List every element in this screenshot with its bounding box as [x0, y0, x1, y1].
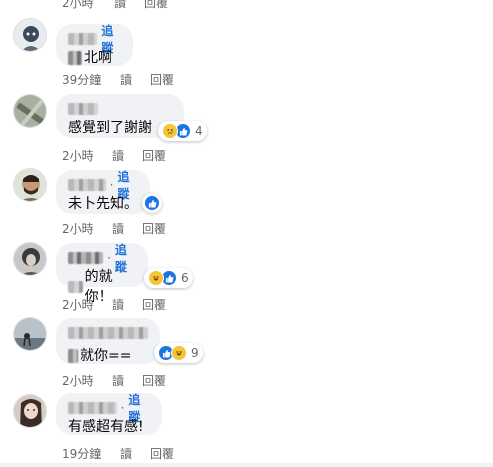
comment-text: 感覺到了謝謝 [68, 120, 152, 136]
reply-link[interactable]: 回覆 [144, 0, 168, 11]
comment-text: 有感超有感! [68, 419, 144, 435]
avatar[interactable] [13, 317, 47, 351]
comment-actions: 2小時 讀 回覆 [62, 220, 166, 237]
comment-text: 未卜先知。 [68, 196, 138, 212]
comment-actions-top: 2小時 讀 回覆 [62, 0, 168, 11]
read-link[interactable]: 讀 [112, 147, 142, 164]
blurred-text [68, 51, 82, 65]
read-link[interactable]: 讀 [114, 0, 144, 11]
reply-link[interactable]: 回覆 [142, 296, 166, 313]
comment-actions: 2小時 讀 回覆 [62, 372, 166, 389]
reaction-count: 9 [191, 346, 199, 360]
reaction-summary[interactable]: 6 [144, 268, 193, 288]
timestamp[interactable]: 2小時 [62, 372, 112, 389]
timestamp[interactable]: 2小時 [62, 147, 112, 164]
reply-link[interactable]: 回覆 [142, 372, 166, 389]
read-link[interactable]: 讀 [120, 445, 150, 462]
comment-bubble: · 追蹤 未卜先知。 [56, 170, 150, 214]
divider [0, 463, 493, 467]
reply-link[interactable]: 回覆 [150, 445, 174, 462]
like-icon [144, 195, 160, 211]
reply-link[interactable]: 回覆 [142, 220, 166, 237]
comment-text: 北啊 [84, 50, 112, 66]
timestamp[interactable]: 39分鐘 [62, 71, 120, 88]
reaction-summary[interactable] [142, 193, 162, 213]
comment-actions: 39分鐘 讀 回覆 [62, 71, 174, 88]
comment-bubble: 追蹤 北啊 [56, 24, 133, 66]
comment-actions: 19分鐘 讀 回覆 [62, 445, 174, 462]
blurred-text [68, 281, 83, 293]
comment-bubble: · 追蹤 的就你！ [56, 243, 148, 305]
haha-icon [171, 345, 187, 361]
read-link[interactable]: 讀 [112, 296, 142, 313]
comment-actions: 2小時 讀 回覆 [62, 147, 166, 164]
avatar[interactable] [13, 18, 47, 52]
reply-link[interactable]: 回覆 [150, 71, 174, 88]
comment-text: 就你== [80, 348, 132, 364]
read-link[interactable]: 讀 [112, 372, 142, 389]
comment-actions: 2小時 讀 回覆 [62, 296, 166, 313]
timestamp[interactable]: 2小時 [62, 0, 114, 11]
reply-link[interactable]: 回覆 [142, 147, 166, 164]
comment-bubble: · 追蹤 有感超有感! [56, 393, 162, 435]
comment-bubble: 就你== [56, 318, 160, 364]
blurred-author-name[interactable] [68, 103, 98, 115]
timestamp[interactable]: 2小時 [62, 296, 112, 313]
blurred-author-name[interactable] [68, 252, 104, 264]
blurred-text [68, 349, 78, 363]
timestamp[interactable]: 19分鐘 [62, 445, 120, 462]
blurred-author-name[interactable] [68, 33, 98, 45]
reaction-summary[interactable]: 9 [154, 343, 203, 363]
reaction-summary[interactable]: 4 [158, 121, 207, 141]
avatar[interactable] [13, 394, 47, 428]
haha-icon [148, 270, 164, 286]
blurred-author-name[interactable] [68, 327, 148, 339]
avatar[interactable] [13, 94, 47, 128]
avatar[interactable] [13, 168, 47, 202]
reaction-count: 4 [195, 124, 203, 138]
sad-icon [162, 123, 178, 139]
blurred-author-name[interactable] [68, 402, 117, 414]
reaction-count: 6 [181, 271, 189, 285]
avatar[interactable] [13, 242, 47, 276]
timestamp[interactable]: 2小時 [62, 220, 112, 237]
read-link[interactable]: 讀 [120, 71, 150, 88]
blurred-author-name[interactable] [68, 179, 106, 191]
read-link[interactable]: 讀 [112, 220, 142, 237]
